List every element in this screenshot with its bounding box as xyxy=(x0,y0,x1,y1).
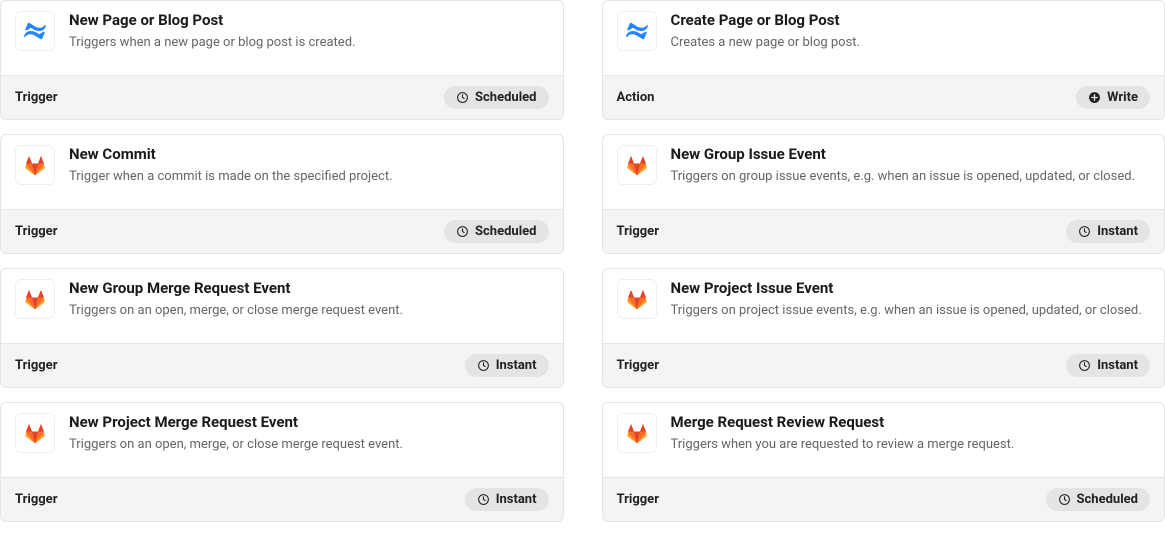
card-type-label: Action xyxy=(617,90,655,105)
gitlab-icon xyxy=(617,413,657,453)
card-body: New Commit Trigger when a commit is made … xyxy=(1,135,563,209)
clock-icon xyxy=(477,359,490,372)
card-title: New Commit xyxy=(69,145,549,163)
timing-badge: Instant xyxy=(465,354,549,377)
confluence-icon xyxy=(617,11,657,51)
card-text: New Project Merge Request Event Triggers … xyxy=(69,413,549,455)
card-body: New Group Merge Request Event Triggers on… xyxy=(1,269,563,343)
card-footer: Action Write xyxy=(603,75,1165,119)
clock-icon xyxy=(477,493,490,506)
card-description: Triggers when you are requested to revie… xyxy=(671,435,1151,455)
integration-card[interactable]: New Project Merge Request Event Triggers … xyxy=(0,402,564,522)
integration-card[interactable]: New Commit Trigger when a commit is made … xyxy=(0,134,564,254)
card-footer: Trigger Instant xyxy=(1,477,563,521)
badge-label: Instant xyxy=(1097,358,1138,373)
badge-label: Scheduled xyxy=(1077,492,1138,507)
timing-badge: Write xyxy=(1076,86,1150,109)
card-title: Merge Request Review Request xyxy=(671,413,1151,431)
card-title: New Group Issue Event xyxy=(671,145,1151,163)
card-type-label: Trigger xyxy=(15,224,57,239)
card-description: Triggers on project issue events, e.g. w… xyxy=(671,301,1151,321)
card-text: New Group Issue Event Triggers on group i… xyxy=(671,145,1151,187)
gitlab-icon xyxy=(15,413,55,453)
timing-badge: Instant xyxy=(1066,220,1150,243)
clock-icon xyxy=(1058,493,1071,506)
confluence-icon xyxy=(15,11,55,51)
gitlab-icon xyxy=(15,145,55,185)
card-text: New Page or Blog Post Triggers when a new… xyxy=(69,11,549,53)
clock-icon xyxy=(1078,225,1091,238)
card-footer: Trigger Scheduled xyxy=(603,477,1165,521)
card-type-label: Trigger xyxy=(15,90,57,105)
badge-label: Instant xyxy=(496,492,537,507)
card-type-label: Trigger xyxy=(617,358,659,373)
timing-badge: Scheduled xyxy=(444,86,548,109)
gitlab-icon xyxy=(617,145,657,185)
timing-badge: Scheduled xyxy=(1046,488,1150,511)
card-text: Create Page or Blog Post Creates a new pa… xyxy=(671,11,1151,53)
card-title: New Project Merge Request Event xyxy=(69,413,549,431)
card-text: New Group Merge Request Event Triggers on… xyxy=(69,279,549,321)
clock-icon xyxy=(456,91,469,104)
gitlab-icon xyxy=(15,279,55,319)
card-text: New Project Issue Event Triggers on proje… xyxy=(671,279,1151,321)
card-title: New Group Merge Request Event xyxy=(69,279,549,297)
integration-card[interactable]: Create Page or Blog Post Creates a new pa… xyxy=(602,0,1165,120)
write-icon xyxy=(1088,91,1101,104)
card-body: Merge Request Review Request Triggers whe… xyxy=(603,403,1165,477)
badge-label: Scheduled xyxy=(475,224,536,239)
card-title: Create Page or Blog Post xyxy=(671,11,1151,29)
card-body: Create Page or Blog Post Creates a new pa… xyxy=(603,1,1165,75)
badge-label: Instant xyxy=(496,358,537,373)
card-description: Triggers when a new page or blog post is… xyxy=(69,33,549,53)
card-body: New Project Issue Event Triggers on proje… xyxy=(603,269,1165,343)
card-footer: Trigger Scheduled xyxy=(1,209,563,253)
card-type-label: Trigger xyxy=(15,492,57,507)
card-description: Triggers on an open, merge, or close mer… xyxy=(69,301,549,321)
integration-card[interactable]: New Page or Blog Post Triggers when a new… xyxy=(0,0,564,120)
card-type-label: Trigger xyxy=(15,358,57,373)
badge-label: Instant xyxy=(1097,224,1138,239)
card-type-label: Trigger xyxy=(617,224,659,239)
card-footer: Trigger Scheduled xyxy=(1,75,563,119)
timing-badge: Instant xyxy=(465,488,549,511)
card-body: New Group Issue Event Triggers on group i… xyxy=(603,135,1165,209)
card-footer: Trigger Instant xyxy=(603,209,1165,253)
card-description: Creates a new page or blog post. xyxy=(671,33,1151,53)
card-grid: New Page or Blog Post Triggers when a new… xyxy=(0,0,1165,536)
card-text: New Commit Trigger when a commit is made … xyxy=(69,145,549,187)
integration-card[interactable]: New Project Issue Event Triggers on proje… xyxy=(602,268,1165,388)
card-type-label: Trigger xyxy=(617,492,659,507)
integration-card[interactable]: New Group Issue Event Triggers on group i… xyxy=(602,134,1165,254)
integration-card[interactable]: New Group Merge Request Event Triggers on… xyxy=(0,268,564,388)
card-description: Triggers on an open, merge, or close mer… xyxy=(69,435,549,455)
card-body: New Project Merge Request Event Triggers … xyxy=(1,403,563,477)
integration-card[interactable]: Merge Request Review Request Triggers whe… xyxy=(602,402,1165,522)
clock-icon xyxy=(456,225,469,238)
badge-label: Write xyxy=(1107,90,1138,105)
card-title: New Page or Blog Post xyxy=(69,11,549,29)
timing-badge: Scheduled xyxy=(444,220,548,243)
card-description: Triggers on group issue events, e.g. whe… xyxy=(671,167,1151,187)
card-title: New Project Issue Event xyxy=(671,279,1151,297)
timing-badge: Instant xyxy=(1066,354,1150,377)
card-text: Merge Request Review Request Triggers whe… xyxy=(671,413,1151,455)
badge-label: Scheduled xyxy=(475,90,536,105)
card-footer: Trigger Instant xyxy=(603,343,1165,387)
gitlab-icon xyxy=(617,279,657,319)
clock-icon xyxy=(1078,359,1091,372)
card-body: New Page or Blog Post Triggers when a new… xyxy=(1,1,563,75)
card-description: Trigger when a commit is made on the spe… xyxy=(69,167,549,187)
card-footer: Trigger Instant xyxy=(1,343,563,387)
